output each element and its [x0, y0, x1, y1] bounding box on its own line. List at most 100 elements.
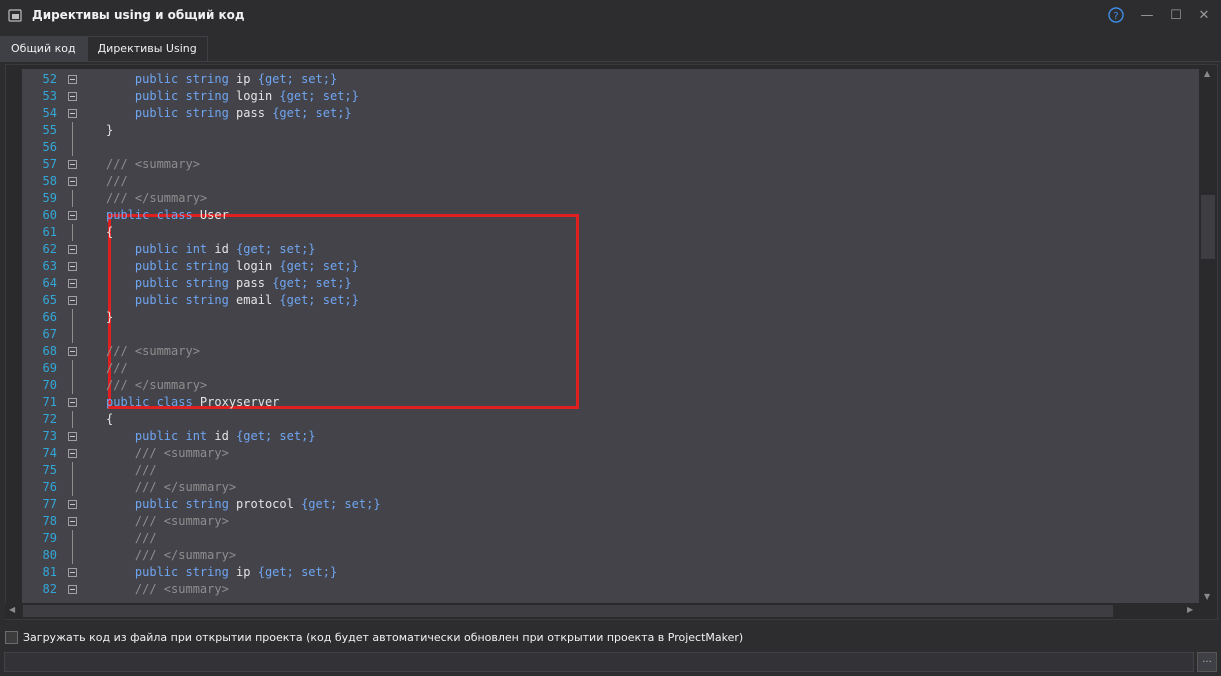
fold-toggle-icon[interactable] — [68, 432, 77, 441]
fold-toggle-icon[interactable] — [68, 245, 77, 254]
close-button[interactable]: ✕ — [1195, 6, 1213, 24]
code-line[interactable]: 72 { — [22, 411, 1199, 428]
code-text: public string pass {get; set;} — [106, 105, 352, 122]
tab-common-code[interactable]: Общий код — [0, 36, 87, 61]
svg-text:?: ? — [1113, 11, 1118, 22]
code-line[interactable]: 75 /// — [22, 462, 1199, 479]
code-comment: /// — [134, 531, 164, 545]
code-line[interactable]: 63 public string login {get; set;} — [22, 258, 1199, 275]
code-line[interactable]: 66} — [22, 309, 1199, 326]
code-line[interactable]: 61 { — [22, 224, 1199, 241]
fold-toggle-icon[interactable] — [68, 75, 77, 84]
code-identifier: id — [207, 242, 237, 256]
load-from-file-option[interactable]: Загружать код из файла при открытии прое… — [5, 629, 743, 645]
code-line[interactable]: 76 /// </summary> — [22, 479, 1199, 496]
horizontal-scroll-thumb[interactable] — [23, 605, 1113, 617]
code-line[interactable]: 74 /// <summary> — [22, 445, 1199, 462]
code-text: public class Proxyserver — [106, 394, 279, 411]
fold-toggle-icon[interactable] — [68, 568, 77, 577]
code-text: public int id {get; set;} — [106, 428, 316, 445]
code-line[interactable]: 64 public string pass {get; set;} — [22, 275, 1199, 292]
fold-toggle-icon[interactable] — [68, 92, 77, 101]
fold-toggle-icon[interactable] — [68, 109, 77, 118]
code-text: /// </summary> — [106, 377, 207, 394]
code-line[interactable]: 82 /// <summary> — [22, 581, 1199, 598]
fold-toggle-icon[interactable] — [68, 262, 77, 271]
code-text: public string login {get; set;} — [106, 88, 359, 105]
code-line[interactable]: 59 /// </summary> — [22, 190, 1199, 207]
code-text: public string pass {get; set;} — [106, 275, 352, 292]
code-comment: /// — [106, 174, 135, 188]
code-comment: /// — [134, 463, 164, 477]
fold-toggle-icon[interactable] — [68, 279, 77, 288]
fold-toggle-icon[interactable] — [68, 160, 77, 169]
code-comment: /// <summary> — [134, 514, 229, 528]
scroll-up-arrow-icon[interactable]: ▲ — [1204, 69, 1210, 78]
fold-guide — [72, 530, 73, 547]
fold-toggle-icon[interactable] — [68, 347, 77, 356]
code-line[interactable]: 73 public int id {get; set;} — [22, 428, 1199, 445]
vertical-scroll-thumb[interactable] — [1201, 195, 1215, 259]
code-accessor: {get; set;} — [301, 497, 381, 511]
code-line[interactable]: 56 — [22, 139, 1199, 156]
code-line[interactable]: 58 /// — [22, 173, 1199, 190]
code-line[interactable]: 65 public string email {get; set;} — [22, 292, 1199, 309]
tab-using-directives[interactable]: Директивы Using — [86, 36, 208, 61]
code-line[interactable]: 60 public class User — [22, 207, 1199, 224]
code-identifier: ip — [228, 565, 258, 579]
code-line[interactable]: 57 /// <summary> — [22, 156, 1199, 173]
fold-toggle-icon[interactable] — [68, 398, 77, 407]
line-number: 65 — [42, 293, 57, 307]
code-keyword: public string — [134, 565, 229, 579]
scroll-down-arrow-icon[interactable]: ▼ — [1204, 592, 1210, 601]
title-bar: Директивы using и общий код ? — ☐ ✕ — [0, 0, 1221, 31]
fold-toggle-icon[interactable] — [68, 211, 77, 220]
file-path-input[interactable] — [4, 652, 1194, 672]
horizontal-scrollbar[interactable]: ◀ ▶ — [5, 603, 1199, 619]
code-line[interactable]: 54 public string pass {get; set;} — [22, 105, 1199, 122]
line-number: 80 — [42, 548, 57, 562]
fold-toggle-icon[interactable] — [68, 449, 77, 458]
scroll-left-arrow-icon[interactable]: ◀ — [9, 605, 15, 614]
code-line[interactable]: 71 public class Proxyserver — [22, 394, 1199, 411]
code-line[interactable]: 53 public string login {get; set;} — [22, 88, 1199, 105]
code-line[interactable]: 81 public string ip {get; set;} — [22, 564, 1199, 581]
code-line[interactable]: 52 public string ip {get; set;} — [22, 71, 1199, 88]
load-from-file-label: Загружать код из файла при открытии прое… — [23, 630, 744, 644]
line-number: 70 — [42, 378, 57, 392]
fold-toggle-icon[interactable] — [68, 296, 77, 305]
load-from-file-checkbox[interactable] — [5, 630, 18, 644]
code-line[interactable]: 68 /// <summary> — [22, 343, 1199, 360]
code-line[interactable]: 62 public int id {get; set;} — [22, 241, 1199, 258]
code-line[interactable]: 77 public string protocol {get; set;} — [22, 496, 1199, 513]
fold-toggle-icon[interactable] — [68, 500, 77, 509]
code-line[interactable]: 78 /// <summary> — [22, 513, 1199, 530]
browse-button[interactable]: ... — [1197, 652, 1217, 672]
line-number: 61 — [42, 225, 57, 239]
code-comment: /// </summary> — [134, 548, 237, 562]
code-line[interactable]: 79 /// — [22, 530, 1199, 547]
code-editor[interactable]: 52 public string ip {get; set;} 53 public… — [22, 69, 1199, 603]
code-line[interactable]: 69 /// — [22, 360, 1199, 377]
fold-toggle-icon[interactable] — [68, 585, 77, 594]
code-accessor: {get; set;} — [272, 276, 352, 290]
vertical-scrollbar[interactable]: ▲ ▼ — [1199, 65, 1217, 603]
fold-toggle-icon[interactable] — [68, 517, 77, 526]
maximize-button[interactable]: ☐ — [1167, 6, 1185, 24]
code-text: /// <summary> — [106, 156, 200, 173]
scroll-right-arrow-icon[interactable]: ▶ — [1187, 605, 1193, 614]
code-keyword: public string — [134, 293, 229, 307]
code-line[interactable]: 67 — [22, 326, 1199, 343]
fold-guide — [72, 479, 73, 496]
line-number: 78 — [42, 514, 57, 528]
code-line[interactable]: 70 /// </summary> — [22, 377, 1199, 394]
code-line[interactable]: 55} — [22, 122, 1199, 139]
code-line[interactable]: 80 /// </summary> — [22, 547, 1199, 564]
fold-toggle-icon[interactable] — [68, 177, 77, 186]
help-button[interactable]: ? — [1107, 6, 1125, 24]
minimize-button[interactable]: — — [1138, 6, 1156, 24]
code-keyword: public class — [106, 395, 193, 409]
